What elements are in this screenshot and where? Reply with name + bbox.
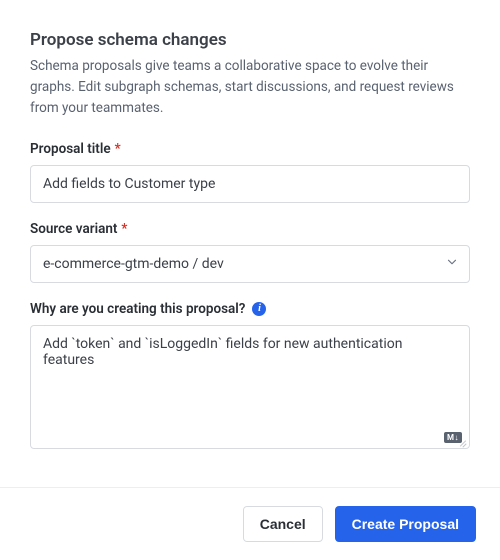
dialog-footer: Cancel Create Proposal bbox=[0, 487, 500, 560]
required-indicator: * bbox=[121, 221, 127, 237]
page-title: Propose schema changes bbox=[30, 30, 470, 50]
why-textarea-wrap: M↓ bbox=[30, 325, 470, 449]
field-why: Why are you creating this proposal? i M↓ bbox=[30, 301, 470, 449]
why-label: Why are you creating this proposal? i bbox=[30, 301, 470, 317]
proposal-title-label: Proposal title * bbox=[30, 141, 470, 157]
page-description: Schema proposals give teams a collaborat… bbox=[30, 56, 470, 119]
source-variant-select[interactable]: e-commerce-gtm-demo / dev bbox=[30, 245, 470, 283]
dialog-content: Propose schema changes Schema proposals … bbox=[0, 0, 500, 487]
create-proposal-button[interactable]: Create Proposal bbox=[335, 506, 476, 542]
cancel-button[interactable]: Cancel bbox=[243, 506, 323, 542]
resize-handle[interactable] bbox=[458, 437, 468, 447]
required-indicator: * bbox=[115, 141, 121, 157]
field-source-variant: Source variant * e-commerce-gtm-demo / d… bbox=[30, 221, 470, 283]
source-variant-label-text: Source variant bbox=[30, 221, 117, 237]
why-label-text: Why are you creating this proposal? bbox=[30, 301, 245, 317]
source-variant-label: Source variant * bbox=[30, 221, 470, 237]
source-variant-value: e-commerce-gtm-demo / dev bbox=[31, 246, 469, 282]
proposal-title-input[interactable] bbox=[30, 165, 470, 203]
why-textarea[interactable] bbox=[30, 325, 470, 449]
field-proposal-title: Proposal title * bbox=[30, 141, 470, 203]
proposal-title-label-text: Proposal title bbox=[30, 141, 111, 157]
info-icon[interactable]: i bbox=[252, 302, 266, 316]
